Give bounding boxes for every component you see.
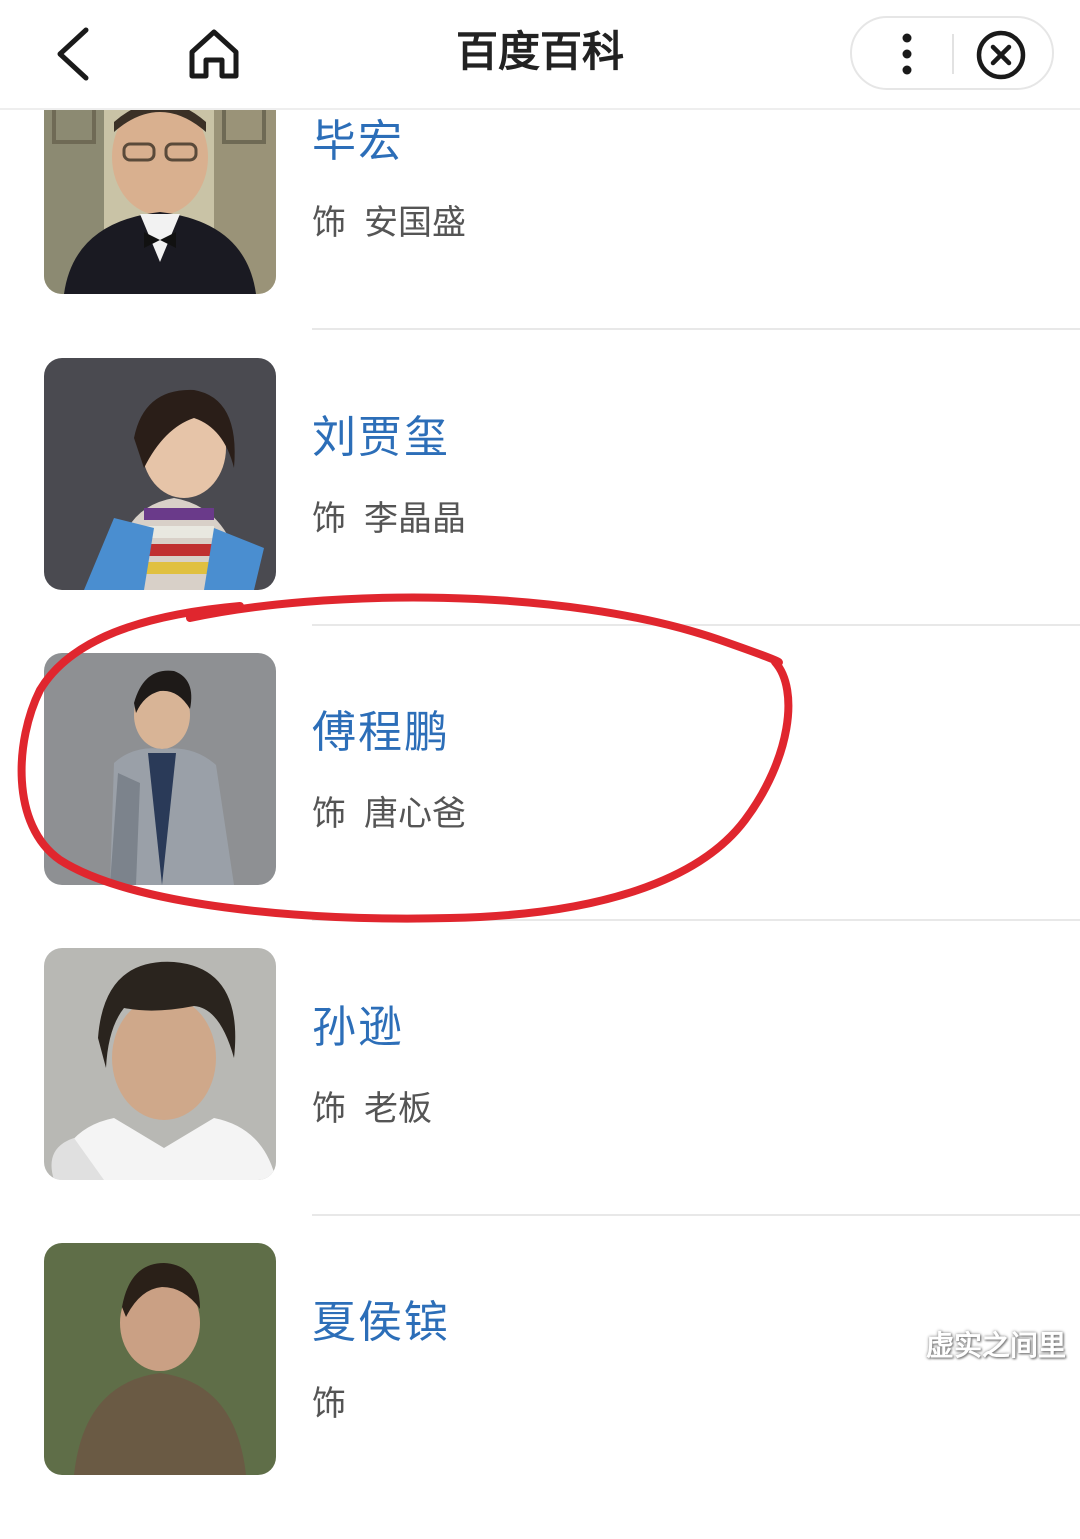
actor-photo	[44, 1243, 276, 1475]
close-circle-icon[interactable]	[974, 28, 1028, 82]
role-prefix: 饰	[312, 1089, 346, 1129]
list-divider	[312, 919, 1080, 921]
role-text: 饰安国盛	[312, 200, 466, 246]
role-text: 饰老板	[312, 1086, 432, 1132]
list-divider	[312, 328, 1080, 330]
actor-photo	[44, 948, 276, 1180]
role-text: 饰唐心爸	[312, 791, 466, 837]
cast-item[interactable]: 傅程鹏 饰唐心爸	[0, 653, 1080, 949]
role-prefix: 饰	[312, 203, 346, 243]
actor-photo	[44, 358, 276, 590]
role-name: 李晶晶	[364, 499, 466, 539]
capsule-divider	[952, 34, 954, 74]
mini-program-capsule	[850, 16, 1054, 90]
list-divider	[312, 624, 1080, 626]
cast-item[interactable]: 孙逊 饰老板	[0, 948, 1080, 1244]
more-dots-icon[interactable]	[882, 26, 932, 82]
actor-name-link[interactable]: 孙逊	[312, 998, 404, 1058]
top-nav-bar: 百度百科	[0, 0, 1080, 110]
role-name: 老板	[364, 1089, 432, 1129]
watermark-text: 虚实之间里	[925, 1329, 1066, 1362]
role-text: 饰	[312, 1381, 364, 1427]
actor-name-link[interactable]: 傅程鹏	[312, 703, 450, 763]
role-name: 唐心爸	[364, 794, 466, 834]
role-prefix: 饰	[312, 794, 346, 834]
actor-name-link[interactable]: 夏侯镔	[312, 1293, 450, 1353]
role-text: 饰李晶晶	[312, 496, 466, 542]
role-name: 安国盛	[364, 203, 466, 243]
cast-item[interactable]: 夏侯镔 饰	[0, 1243, 1080, 1539]
actor-name-link[interactable]: 毕宏	[312, 112, 404, 172]
cast-item[interactable]: 刘贾玺 饰李晶晶	[0, 358, 1080, 654]
role-prefix: 饰	[312, 499, 346, 539]
list-divider	[312, 1214, 1080, 1216]
cast-list: 毕宏 饰安国盛 刘贾玺 饰李晶晶 傅程鹏 饰 唐心爸 孙逊 饰 老板 夏侯镔 饰	[0, 0, 1080, 1475]
actor-photo	[44, 653, 276, 885]
role-prefix: 饰	[312, 1384, 346, 1424]
actor-name-link[interactable]: 刘贾玺	[312, 408, 450, 468]
